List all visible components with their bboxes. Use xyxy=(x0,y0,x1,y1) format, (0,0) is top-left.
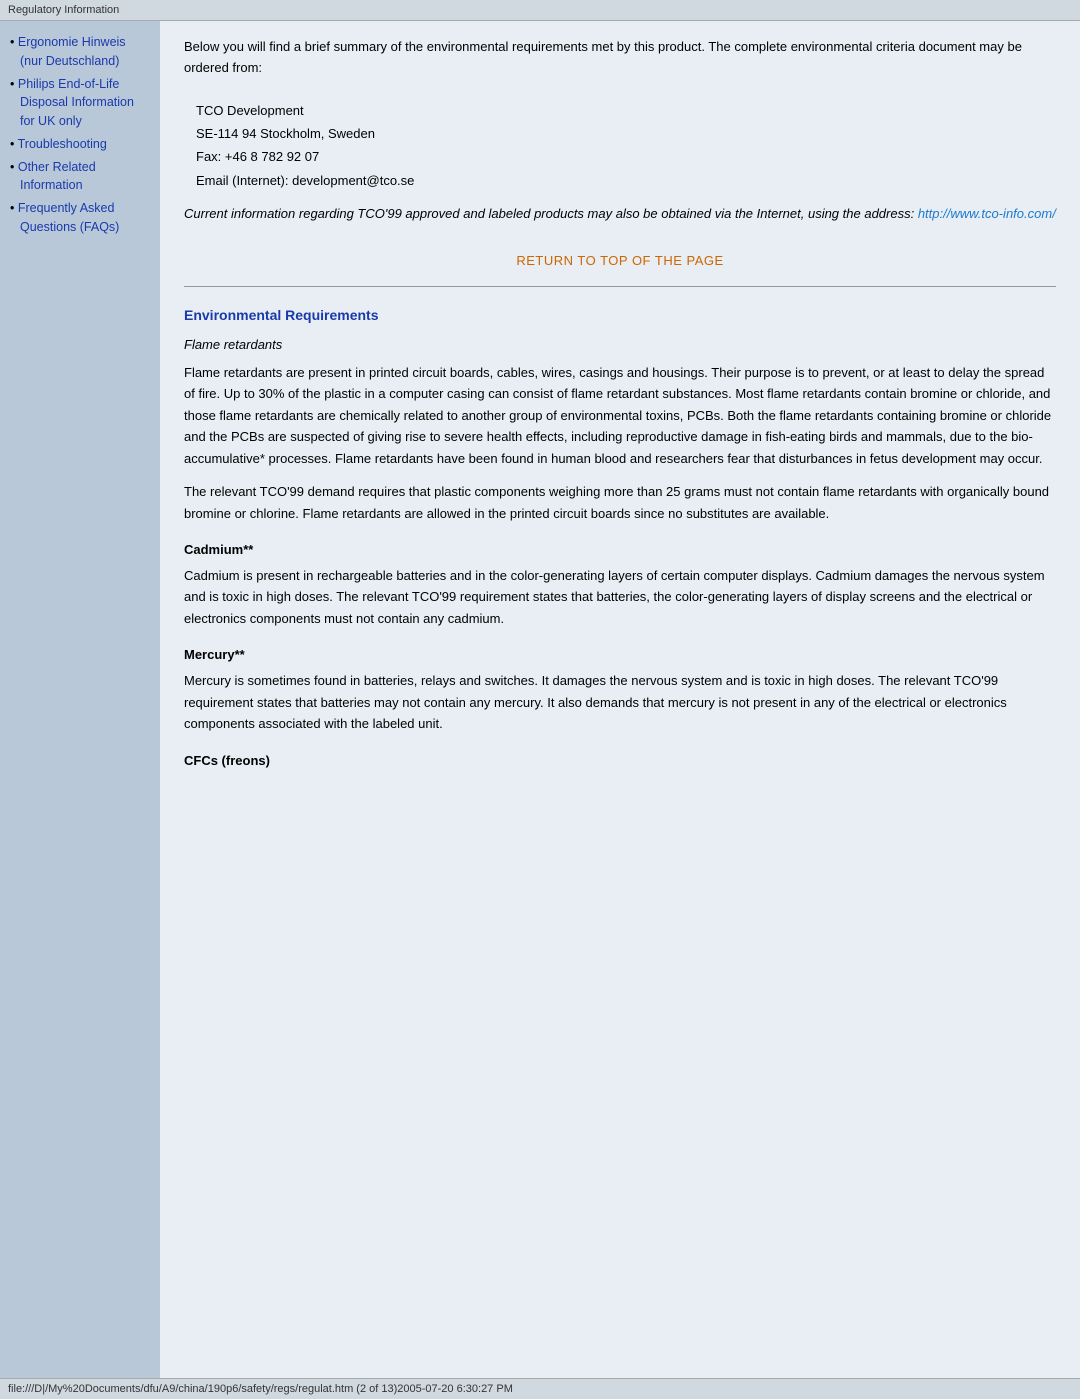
sidebar-item-4[interactable]: Other Related Information xyxy=(10,158,150,196)
return-link-container[interactable]: RETURN TO TOP OF THE PAGE xyxy=(184,253,1056,268)
italic-note-text: Current information regarding TCO'99 app… xyxy=(184,206,918,221)
tco-link[interactable]: http://www.tco-info.com/ xyxy=(918,206,1056,221)
mercury-title: Mercury** xyxy=(184,647,1056,662)
sidebar-item-3[interactable]: Troubleshooting xyxy=(10,135,150,154)
sidebar-item-1[interactable]: Ergonomie Hinweis (nur Deutschland) xyxy=(10,33,150,71)
flame-subtitle: Flame retardants xyxy=(184,337,1056,352)
address-line4: Email (Internet): development@tco.se xyxy=(196,169,1044,192)
sidebar-item-5[interactable]: Frequently Asked Questions (FAQs) xyxy=(10,199,150,237)
sidebar-link-1[interactable]: Ergonomie Hinweis (nur Deutschland) xyxy=(18,35,126,68)
cadmium-paragraph: Cadmium is present in rechargeable batte… xyxy=(184,565,1056,629)
intro-paragraph: Below you will find a brief summary of t… xyxy=(184,37,1056,79)
cadmium-title: Cadmium** xyxy=(184,542,1056,557)
sidebar-link-3[interactable]: Troubleshooting xyxy=(18,137,107,151)
tco-italic-note: Current information regarding TCO'99 app… xyxy=(184,204,1056,225)
section-divider xyxy=(184,286,1056,287)
bottom-bar-text: file:///D|/My%20Documents/dfu/A9/china/1… xyxy=(8,1383,513,1395)
environmental-section: Environmental Requirements Flame retarda… xyxy=(184,307,1056,768)
bottom-bar: file:///D|/My%20Documents/dfu/A9/china/1… xyxy=(0,1378,1080,1399)
main-layout: Ergonomie Hinweis (nur Deutschland) Phil… xyxy=(0,21,1080,1378)
address-line2: SE-114 94 Stockholm, Sweden xyxy=(196,122,1044,145)
env-section-title: Environmental Requirements xyxy=(184,307,1056,323)
sidebar-link-2[interactable]: Philips End-of-Life Disposal Information… xyxy=(18,77,134,129)
page-title: Regulatory Information xyxy=(8,4,119,16)
sidebar-link-5[interactable]: Frequently Asked Questions (FAQs) xyxy=(18,201,119,234)
sidebar-link-4[interactable]: Other Related Information xyxy=(18,160,96,193)
cfc-title: CFCs (freons) xyxy=(184,753,1056,768)
flame-paragraph-1: Flame retardants are present in printed … xyxy=(184,362,1056,469)
return-to-top-link[interactable]: RETURN TO TOP OF THE PAGE xyxy=(516,253,723,268)
mercury-paragraph: Mercury is sometimes found in batteries,… xyxy=(184,670,1056,734)
main-content: Below you will find a brief summary of t… xyxy=(160,21,1080,1378)
sidebar-item-2[interactable]: Philips End-of-Life Disposal Information… xyxy=(10,75,150,131)
flame-paragraph-2: The relevant TCO'99 demand requires that… xyxy=(184,481,1056,524)
sidebar-nav: Ergonomie Hinweis (nur Deutschland) Phil… xyxy=(10,33,150,237)
sidebar: Ergonomie Hinweis (nur Deutschland) Phil… xyxy=(0,21,160,1378)
tco-address-block: TCO Development SE-114 94 Stockholm, Swe… xyxy=(184,95,1056,197)
address-line3: Fax: +46 8 782 92 07 xyxy=(196,145,1044,168)
address-line1: TCO Development xyxy=(196,99,1044,122)
top-bar: Regulatory Information xyxy=(0,0,1080,21)
